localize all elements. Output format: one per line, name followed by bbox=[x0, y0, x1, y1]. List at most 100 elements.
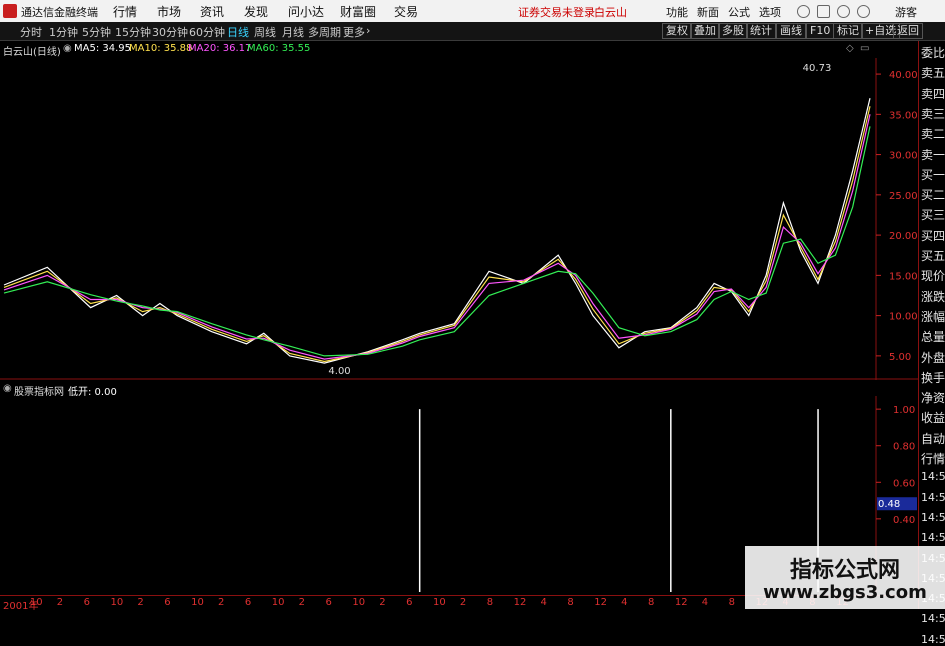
price-annotations: 40.73 4.00 bbox=[328, 63, 831, 377]
current-value-label: 0.48 bbox=[878, 499, 900, 510]
message-icon[interactable] bbox=[837, 5, 850, 18]
quote-field-label: 自动 bbox=[921, 431, 945, 446]
date-axis-label: 2 bbox=[218, 597, 225, 608]
chevron-right-icon[interactable]: › bbox=[366, 24, 370, 37]
period-tab-1min[interactable]: 1分钟 bbox=[49, 24, 78, 40]
menu-item-quotes[interactable]: 行情 bbox=[113, 3, 137, 20]
date-axis-label: 10 bbox=[433, 597, 446, 608]
window-icon[interactable]: ▭ bbox=[860, 43, 869, 54]
date-axis-label: 10 bbox=[352, 597, 366, 608]
quote-field-label: 外盘 bbox=[921, 350, 945, 365]
date-axis-label: 6 bbox=[406, 597, 413, 608]
mark-button[interactable]: 标记 bbox=[833, 23, 863, 39]
menu-options[interactable]: 选项 bbox=[759, 4, 781, 20]
skin-icon[interactable] bbox=[817, 5, 830, 18]
settings-circle-icon[interactable]: ◉ bbox=[63, 43, 72, 54]
quote-field-label: 卖三 bbox=[921, 106, 945, 121]
diamond-icon[interactable]: ◇ bbox=[846, 43, 854, 54]
date-axis-label: 10 bbox=[271, 597, 285, 608]
date-axis-label: 8 bbox=[567, 597, 574, 608]
quote-field-label: 收益 bbox=[921, 411, 945, 426]
quote-field-label: 净资 bbox=[921, 391, 945, 406]
price-chart[interactable]: 40.0035.0030.0025.0020.0015.0010.005.00 … bbox=[0, 58, 918, 380]
menu-item-news[interactable]: 资讯 bbox=[200, 3, 224, 20]
price-tick-label: 20.00 bbox=[889, 231, 918, 242]
ma-lines bbox=[3, 98, 871, 364]
quote-field-label: 14:50 bbox=[921, 510, 945, 524]
date-axis-label: 2 bbox=[379, 597, 386, 608]
period-tab-weekly[interactable]: 周线 bbox=[254, 24, 276, 40]
quote-field-label: 总量 bbox=[921, 330, 945, 345]
period-tab-5min[interactable]: 5分钟 bbox=[82, 24, 111, 40]
ma-line-ma60 bbox=[3, 126, 871, 357]
overlay-button[interactable]: 叠加 bbox=[690, 23, 720, 39]
f10-button[interactable]: F10 bbox=[806, 23, 835, 39]
quote-field-label: 买二 bbox=[921, 188, 945, 203]
menu-item-wealth[interactable]: 财富圈 bbox=[340, 3, 376, 20]
price-tick-label: 15.00 bbox=[889, 271, 918, 282]
quote-field-label: 现价 bbox=[921, 269, 945, 284]
watermark-url: www.zbgs3.com bbox=[763, 582, 927, 603]
quote-field-label: 14:50 bbox=[921, 470, 945, 484]
menu-item-market[interactable]: 市场 bbox=[157, 3, 181, 20]
multi-stock-button[interactable]: 多股 bbox=[718, 23, 748, 39]
menu-item-trade[interactable]: 交易 bbox=[394, 3, 418, 20]
help-icon[interactable] bbox=[797, 5, 810, 18]
app-logo-icon bbox=[3, 4, 17, 18]
date-axis-label: 6 bbox=[244, 597, 252, 608]
date-axis-label: 8 bbox=[486, 597, 494, 608]
ma5-label: MA5: 34.95 bbox=[74, 43, 132, 54]
quote-field-label: 行情 bbox=[921, 452, 945, 466]
date-axis-label: 12 bbox=[674, 597, 688, 608]
ma10-label: MA10: 35.88 bbox=[129, 43, 193, 54]
quote-field-label: 卖二 bbox=[921, 127, 945, 142]
date-axis-label: 6 bbox=[164, 597, 171, 608]
quote-field-label: 委比 bbox=[921, 46, 945, 60]
back-button[interactable]: 返回 bbox=[893, 23, 923, 39]
period-tab-multi[interactable]: 多周期 bbox=[308, 24, 341, 40]
period-tab-monthly[interactable]: 月线 bbox=[282, 24, 304, 40]
date-axis-label: 8 bbox=[648, 597, 655, 608]
date-axis-label: 4 bbox=[621, 597, 628, 608]
period-toolbar: 分时 1分钟 5分钟 15分钟 30分钟 60分钟 日线 周线 月线 多周期 更… bbox=[0, 22, 945, 41]
price-axis: 40.00 35.00 30.00 25.00 20.00 15.00 10.00 5.00 bbox=[0, 58, 918, 380]
period-tab-daily[interactable]: 日线 bbox=[227, 24, 249, 40]
menu-function[interactable]: 功能 bbox=[666, 4, 688, 20]
quote-side-panel: 委比 卖五 卖四 卖三 卖二 卖一 买一 买二 买三 买四 买五 现价 涨跌 涨幅 总量 外盘 换手 净资 收益 自动… bbox=[918, 41, 945, 646]
indicator-info-bar: ◉ 股票指标网 低开: 0.00 bbox=[0, 382, 870, 398]
period-tab-60min[interactable]: 60分钟 bbox=[189, 24, 225, 40]
menu-formula[interactable]: 公式 bbox=[728, 4, 750, 20]
date-axis-label: 12 bbox=[594, 597, 607, 608]
date-axis-label: 2 bbox=[56, 597, 64, 608]
quote-field-label: 14:50 bbox=[921, 490, 945, 504]
quote-field-label: 卖一 bbox=[921, 147, 945, 162]
draw-line-button[interactable]: 画线 bbox=[776, 23, 806, 39]
period-tab-15min[interactable]: 15分钟 bbox=[115, 24, 151, 40]
period-tab-more[interactable]: 更多 bbox=[343, 24, 365, 40]
ma-line-ma20 bbox=[3, 114, 871, 360]
app-name: 通达信金融终端 bbox=[21, 6, 98, 19]
ma-line-ma5 bbox=[3, 98, 871, 364]
indicator-settings-icon[interactable]: ◉ bbox=[3, 383, 12, 394]
price-tick-label: 40.00 bbox=[889, 70, 918, 81]
guest-user[interactable]: 游客 bbox=[895, 4, 917, 20]
date-axis-label: 12 bbox=[513, 597, 527, 608]
adjust-button[interactable]: 复权 bbox=[662, 23, 692, 39]
period-tab-30min[interactable]: 30分钟 bbox=[152, 24, 188, 40]
search-icon[interactable] bbox=[857, 5, 870, 18]
date-axis-label: 2 bbox=[459, 597, 467, 608]
date-axis-label: 10 bbox=[191, 597, 204, 608]
stats-button[interactable]: 统计 bbox=[746, 23, 776, 39]
menu-item-discover[interactable]: 发现 bbox=[244, 3, 268, 20]
price-tick-label: 35.00 bbox=[889, 110, 918, 121]
price-tick-label: 25.00 bbox=[889, 191, 918, 202]
menu-item-ask[interactable]: 问小达 bbox=[288, 3, 324, 20]
quote-field-label: 涨跌 bbox=[921, 289, 945, 304]
period-tab-intraday[interactable]: 分时 bbox=[20, 24, 42, 40]
date-axis-label: 4 bbox=[540, 597, 547, 608]
login-status[interactable]: 证券交易未登录 bbox=[518, 4, 595, 20]
quote-field-label: 14:50 bbox=[921, 632, 945, 646]
menu-new-page[interactable]: 新面 bbox=[697, 4, 719, 20]
price-tick-label: 30.00 bbox=[889, 151, 918, 162]
indicator-tick-label: 0.80 bbox=[893, 442, 915, 453]
